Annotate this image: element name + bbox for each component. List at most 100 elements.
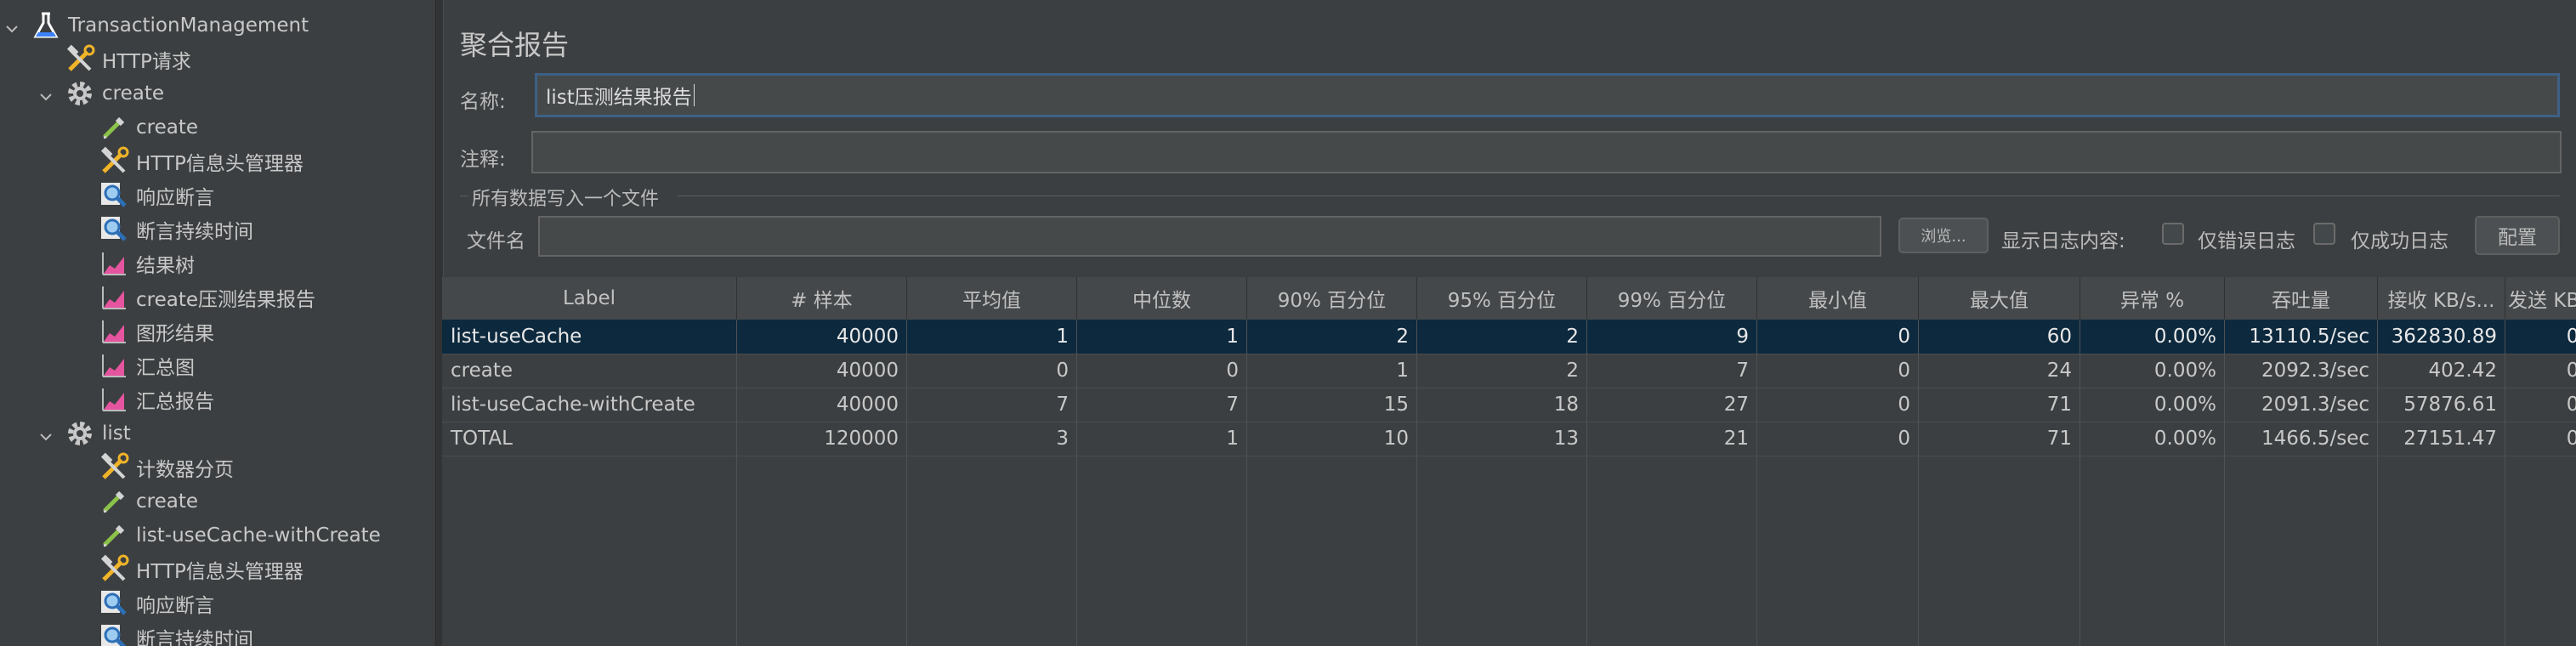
comment-input[interactable] <box>531 131 2562 173</box>
table-cell: 18 <box>1553 394 1579 416</box>
success-only-checkbox[interactable] <box>2313 223 2335 245</box>
tree-node[interactable]: 断言持续时间 <box>99 620 253 646</box>
aggregate-table[interactable]: Label # 样本 平均值 中位数 90% 百分位 95% 百分位 99% 百分位 最小值最… <box>442 277 2576 646</box>
column-header[interactable]: 最小值 <box>1757 277 1919 320</box>
tree-node[interactable]: list-useCache-withCreate <box>99 518 381 552</box>
table-row[interactable]: list-useCache 40000 1 1 2 2 9 0 60 0.00% 13110.5/s… <box>442 320 2576 354</box>
column-header[interactable]: 吞吐量 <box>2225 277 2378 320</box>
magnifier-icon <box>99 622 129 646</box>
column-header[interactable]: 最大值 <box>1919 277 2080 320</box>
pipette-icon <box>99 520 129 551</box>
tree-node-label: create <box>136 490 199 513</box>
name-input[interactable]: list压测结果报告 <box>535 73 2560 117</box>
browse-button[interactable]: 浏览... <box>1898 218 1989 253</box>
table-row[interactable]: create 40000 0 0 1 2 7 0 24 0.00% 2092.3/sec 402.42… <box>442 354 2576 388</box>
table-cell: 0.00 <box>2566 360 2576 382</box>
tree-node[interactable]: create <box>99 110 198 144</box>
tree-node[interactable]: HTTP请求 <box>65 42 191 76</box>
tree-node-label: 计数器分页 <box>136 459 234 481</box>
tree-node[interactable]: 结果树 <box>99 246 195 280</box>
tree-node-label: list-useCache-withCreate <box>136 524 381 547</box>
chart-icon <box>99 350 129 381</box>
grid-line <box>736 320 737 646</box>
table-cell: 1 <box>1226 326 1239 348</box>
tree-node-label: 图形结果 <box>136 323 214 345</box>
table-cell: 13 <box>1553 428 1579 450</box>
table-cell: 0 <box>1898 360 1910 382</box>
test-plan-tree[interactable]: TransactionManagement HTTP请求 create create H… <box>0 0 435 646</box>
hammer-wrench-icon <box>99 146 129 177</box>
tree-node[interactable]: TransactionManagement <box>6 8 309 42</box>
tree-node[interactable]: HTTP信息头管理器 <box>99 552 304 586</box>
chevron-down-icon[interactable] <box>39 427 53 441</box>
magnifier-icon <box>99 214 129 245</box>
grid-line <box>1756 320 1757 646</box>
table-cell: 2 <box>1566 360 1579 382</box>
table-cell: 57876.61 <box>2403 394 2497 416</box>
tree-node[interactable]: HTTP信息头管理器 <box>99 144 304 178</box>
column-header[interactable]: # 样本 <box>737 277 907 320</box>
table-row[interactable]: list-useCache-withCreate 40000 7 7 15 18 27 0 71… <box>442 388 2576 422</box>
grid-line <box>2224 320 2225 646</box>
table-cell: 24 <box>2046 360 2072 382</box>
tree-node[interactable]: 汇总图 <box>99 348 195 382</box>
table-row[interactable]: TOTAL 120000 3 1 10 13 21 0 71 0.00% 1466.5/sec 271… <box>442 422 2576 456</box>
column-header[interactable]: 99% 百分位 <box>1587 277 1757 320</box>
column-header[interactable]: 异常 % <box>2080 277 2225 320</box>
tree-node-label: 汇总报告 <box>136 391 214 413</box>
table-cell: 7 <box>1056 394 1069 416</box>
tree-node[interactable]: 断言持续时间 <box>99 212 253 246</box>
hammer-wrench-icon <box>99 554 129 585</box>
grid-line <box>1918 320 1919 646</box>
grid-line <box>1416 320 1417 646</box>
table-cell: 71 <box>2046 428 2072 450</box>
configure-button[interactable]: 配置 <box>2475 216 2560 255</box>
gear-icon <box>65 418 95 449</box>
table-header: Label # 样本 平均值 中位数 90% 百分位 95% 百分位 99% 百分位 最小值最… <box>442 277 2576 321</box>
column-header[interactable]: 90% 百分位 <box>1247 277 1417 320</box>
group-title: 所有数据写入一个文件 <box>472 189 660 210</box>
log-content-label: 显示日志内容: <box>2001 230 2125 252</box>
tree-node[interactable]: 汇总报告 <box>99 382 214 416</box>
table-cell: 0.00% <box>2153 428 2216 450</box>
magnifier-icon <box>99 180 129 211</box>
table-cell: 2 <box>1396 326 1409 348</box>
tree-node[interactable]: create <box>40 76 164 110</box>
flask-icon <box>31 10 61 41</box>
chart-icon <box>99 316 129 347</box>
column-header[interactable]: 平均值 <box>907 277 1077 320</box>
column-header[interactable]: 接收 KB/s... <box>2378 277 2505 320</box>
table-cell: 27151.47 <box>2403 428 2497 450</box>
table-cell: 362830.89 <box>2391 326 2497 348</box>
table-cell: 21 <box>1723 428 1749 450</box>
table-cell: 0.00% <box>2153 394 2216 416</box>
tree-node[interactable]: create压测结果报告 <box>99 280 315 314</box>
table-cell: 402.42 <box>2428 360 2497 382</box>
tree-node-label: 结果树 <box>136 255 195 277</box>
column-header[interactable]: 发送 KB/s... <box>2505 277 2576 320</box>
tree-node-label: list <box>102 422 131 445</box>
tree-node[interactable]: 响应断言 <box>99 586 214 620</box>
table-cell: list-useCache-withCreate <box>451 394 695 416</box>
table-cell: 0.00 <box>2566 428 2576 450</box>
column-header[interactable]: Label <box>442 277 737 320</box>
tree-node[interactable]: 图形结果 <box>99 314 214 348</box>
table-cell: 71 <box>2046 394 2072 416</box>
tree-node[interactable]: create <box>99 484 198 518</box>
tree-node-label: HTTP请求 <box>102 51 191 73</box>
table-cell: 15 <box>1383 394 1409 416</box>
table-cell: 2 <box>1566 326 1579 348</box>
table-cell: list-useCache <box>451 326 582 348</box>
filename-input[interactable] <box>538 216 1881 257</box>
name-label: 名称: <box>460 91 506 113</box>
chart-icon <box>99 282 129 313</box>
chevron-down-icon[interactable] <box>39 87 53 101</box>
column-header[interactable]: 95% 百分位 <box>1417 277 1587 320</box>
grid-line <box>1586 320 1587 646</box>
errors-only-checkbox[interactable] <box>2162 223 2184 245</box>
tree-node[interactable]: 计数器分页 <box>99 450 234 484</box>
chevron-down-icon[interactable] <box>5 19 19 33</box>
tree-node[interactable]: list <box>40 416 131 450</box>
column-header[interactable]: 中位数 <box>1077 277 1247 320</box>
tree-node[interactable]: 响应断言 <box>99 178 214 212</box>
